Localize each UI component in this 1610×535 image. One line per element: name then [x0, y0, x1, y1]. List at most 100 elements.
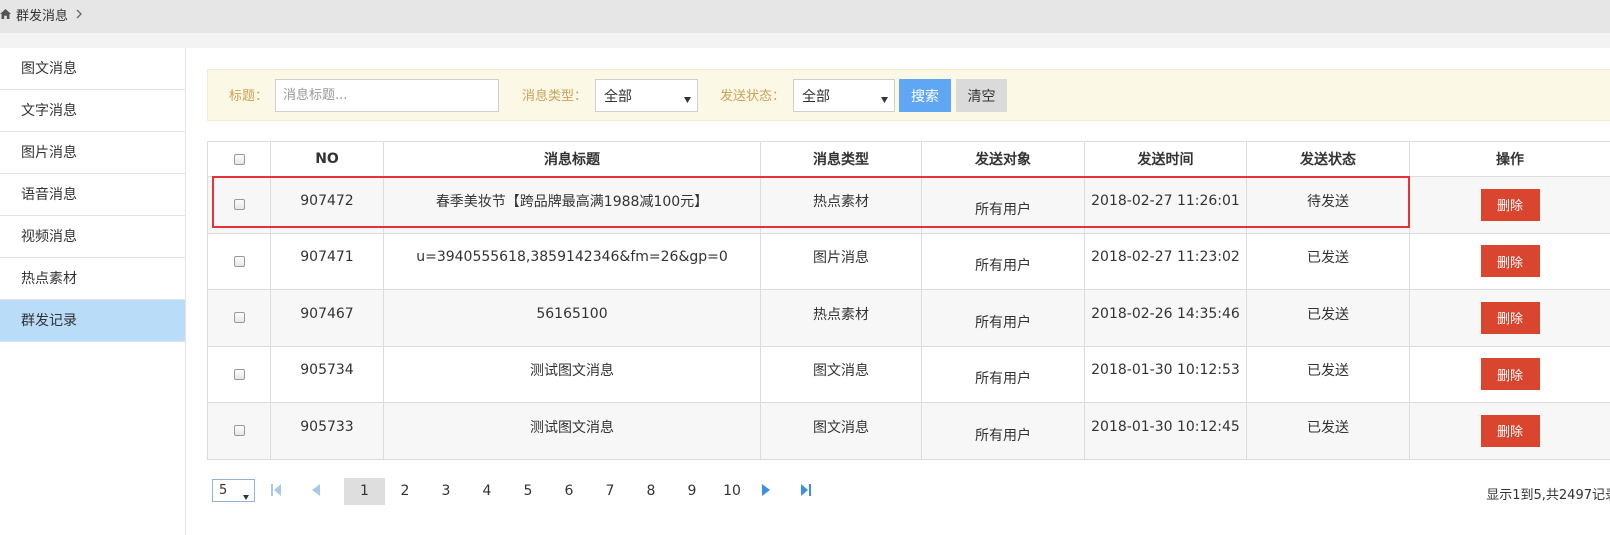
send-status-select[interactable]: 全部 [793, 79, 895, 112]
row-target: 所有用户 [921, 402, 1085, 460]
status-filter-label: 发送状态： [720, 89, 786, 104]
clear-button[interactable]: 清空 [956, 79, 1007, 112]
page-number[interactable]: 5 [518, 478, 538, 505]
row-no: 907471 [270, 232, 384, 290]
row-type: 热点素材 [760, 289, 922, 347]
table-row: 907471 u=3940555618,3859142346&fm=26&gp=… [207, 232, 1610, 290]
table-row: 905733 测试图文消息 图文消息 所有用户 2018-01-30 10:12… [207, 402, 1610, 460]
row-no: 907467 [270, 289, 384, 347]
type-filter-label: 消息类型： [522, 89, 588, 104]
row-status: 已发送 [1246, 232, 1410, 290]
row-type: 图文消息 [760, 402, 922, 460]
title-filter-label: 标题： [229, 89, 269, 104]
select-all-cell [207, 141, 271, 177]
row-title: u=3940555618,3859142346&fm=26&gp=0 [383, 232, 761, 290]
dropdown-arrow-icon [881, 91, 888, 107]
column-header-status[interactable]: 发送状态 [1246, 141, 1410, 177]
sidebar-item-voice[interactable]: 语音消息 [0, 174, 185, 216]
column-header-type[interactable]: 消息类型 [760, 141, 922, 177]
next-page-icon[interactable] [762, 484, 770, 500]
row-title: 56165100 [383, 289, 761, 347]
delete-button[interactable]: 删除 [1480, 358, 1540, 391]
page-number[interactable]: 2 [395, 478, 415, 505]
row-time: 2018-02-26 14:35:46 [1084, 289, 1247, 347]
search-button[interactable]: 搜索 [899, 79, 951, 112]
row-title: 测试图文消息 [383, 402, 761, 460]
delete-button[interactable]: 删除 [1480, 188, 1540, 221]
first-page-icon[interactable] [271, 484, 281, 500]
page-size-value: 5 [219, 483, 228, 498]
column-header-target[interactable]: 发送对象 [921, 141, 1085, 177]
row-target: 所有用户 [921, 345, 1085, 403]
filter-bar: 标题： 消息类型： 全部 发送状态： 全部 搜索 清空 [207, 69, 1610, 121]
page-size-select[interactable]: 5 [212, 479, 255, 502]
send-records-table: NO 消息标题 消息类型 发送对象 发送时间 发送状态 操作 907472 春季… [207, 141, 1610, 460]
row-no: 905733 [270, 402, 384, 460]
row-checkbox[interactable] [233, 312, 245, 324]
page-number[interactable]: 7 [600, 478, 620, 505]
sidebar-item-image-text[interactable]: 图文消息 [0, 48, 185, 90]
row-actions: 删除 [1409, 232, 1610, 290]
row-actions: 删除 [1409, 345, 1610, 403]
row-status: 已发送 [1246, 402, 1410, 460]
message-type-select[interactable]: 全部 [595, 79, 698, 112]
row-actions: 删除 [1409, 289, 1610, 347]
row-actions: 删除 [1409, 402, 1610, 460]
breadcrumb: 群发消息 [0, 5, 82, 24]
last-page-icon[interactable] [801, 484, 811, 500]
row-no: 905734 [270, 345, 384, 403]
column-header-no[interactable]: NO [270, 141, 384, 177]
sidebar-item-send-records[interactable]: 群发记录 [0, 300, 185, 342]
row-select-cell [207, 232, 271, 290]
page-number[interactable]: 8 [641, 478, 661, 505]
sidebar-item-text[interactable]: 文字消息 [0, 90, 185, 132]
row-no: 907472 [270, 176, 384, 234]
home-icon[interactable] [0, 9, 11, 19]
row-checkbox[interactable] [233, 199, 245, 211]
delete-button[interactable]: 删除 [1480, 245, 1540, 278]
page-number[interactable]: 3 [436, 478, 456, 505]
dropdown-arrow-icon [684, 91, 691, 107]
sidebar-item-image[interactable]: 图片消息 [0, 132, 185, 174]
page-number[interactable]: 4 [477, 478, 497, 505]
table-row: 905734 测试图文消息 图文消息 所有用户 2018-01-30 10:12… [207, 345, 1610, 403]
row-time: 2018-01-30 10:12:45 [1084, 402, 1247, 460]
prev-page-icon[interactable] [312, 484, 320, 500]
row-type: 热点素材 [760, 176, 922, 234]
send-status-value: 全部 [802, 88, 830, 105]
row-checkbox[interactable] [233, 425, 245, 437]
page-number[interactable]: 9 [682, 478, 702, 505]
page-number[interactable]: 6 [559, 478, 579, 505]
column-header-time[interactable]: 发送时间 [1084, 141, 1247, 177]
delete-button[interactable]: 删除 [1480, 414, 1540, 447]
page-number[interactable]: 1 [344, 478, 385, 505]
row-title: 春季美妆节【跨品牌最高满1988减100元】 [383, 176, 761, 234]
title-search-input[interactable] [275, 79, 499, 112]
row-target: 所有用户 [921, 289, 1085, 347]
column-header-title[interactable]: 消息标题 [383, 141, 761, 177]
row-status: 待发送 [1246, 176, 1410, 234]
row-checkbox[interactable] [233, 368, 245, 380]
delete-button[interactable]: 删除 [1480, 301, 1540, 334]
sidebar: 图文消息 文字消息 图片消息 语音消息 视频消息 热点素材 群发记录 [0, 48, 186, 535]
row-checkbox[interactable] [233, 255, 245, 267]
page-number[interactable]: 10 [720, 478, 744, 505]
pagination-info: 显示1到5,共2497记录 [1486, 488, 1610, 503]
sidebar-item-video[interactable]: 视频消息 [0, 216, 185, 258]
table-row: 907467 56165100 热点素材 所有用户 2018-02-26 14:… [207, 289, 1610, 347]
row-type: 图片消息 [760, 232, 922, 290]
pagination: 5 1 2 3 4 5 6 7 8 9 10 显示1到5,共2497记录 [207, 476, 1610, 506]
row-time: 2018-02-27 11:23:02 [1084, 232, 1247, 290]
select-all-checkbox[interactable] [233, 153, 245, 165]
sidebar-item-hot-material[interactable]: 热点素材 [0, 258, 185, 300]
row-select-cell [207, 289, 271, 347]
table-row: 907472 春季美妆节【跨品牌最高满1988减100元】 热点素材 所有用户 … [207, 176, 1610, 234]
row-status: 已发送 [1246, 289, 1410, 347]
breadcrumb-label[interactable]: 群发消息 [16, 5, 68, 24]
row-title: 测试图文消息 [383, 345, 761, 403]
row-status: 已发送 [1246, 345, 1410, 403]
row-target: 所有用户 [921, 176, 1085, 234]
column-header-actions: 操作 [1409, 141, 1610, 177]
message-type-value: 全部 [604, 88, 632, 105]
chevron-right-icon [76, 9, 82, 19]
